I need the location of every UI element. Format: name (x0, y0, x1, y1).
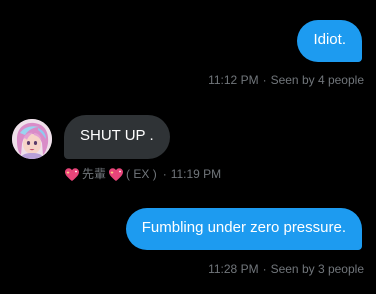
separator-dot: · (262, 262, 267, 276)
sender-name-suffix[interactable]: ( EX ) (126, 166, 157, 182)
message-time: 11:28 PM (208, 262, 259, 276)
message-text: Fumbling under zero pressure. (141, 219, 346, 236)
message-time: 11:12 PM (208, 73, 259, 87)
seen-by-status[interactable]: Seen by 4 people (271, 73, 364, 87)
message-bubble-sent[interactable]: Idiot. (297, 20, 362, 62)
message-meta: 先輩 ( EX ) · 11:19 PM (64, 166, 221, 182)
sender-name[interactable]: 先輩 (82, 166, 106, 182)
seen-by-status[interactable]: Seen by 3 people (271, 262, 364, 276)
avatar[interactable] (12, 119, 52, 159)
separator-dot: · (162, 167, 167, 181)
message-bubble-sent[interactable]: Fumbling under zero pressure. (125, 208, 362, 250)
message-bubble-received[interactable]: SHUT UP . (64, 115, 170, 159)
separator-dot: · (262, 73, 267, 87)
message-time: 11:19 PM (170, 167, 222, 181)
message-text: Idiot. (313, 31, 346, 48)
message-text: SHUT UP . (80, 127, 154, 144)
message-meta: 11:12 PM · Seen by 4 people (208, 72, 364, 88)
message-meta: 11:28 PM · Seen by 3 people (208, 261, 364, 277)
sparkling-heart-icon (64, 167, 80, 182)
sparkling-heart-icon (108, 167, 124, 182)
